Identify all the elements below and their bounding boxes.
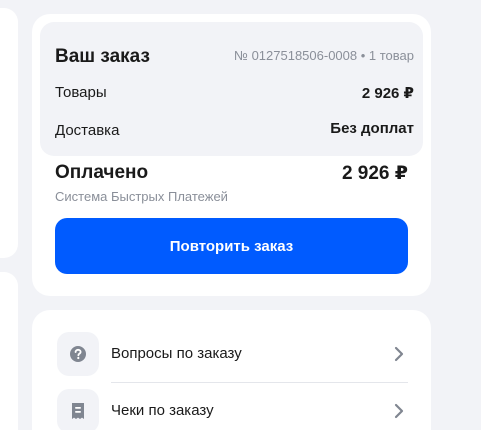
left-panel-edge <box>0 8 18 258</box>
goods-value: 2 926 ₽ <box>361 85 414 102</box>
order-receipts-link[interactable]: Чеки по заказу <box>55 383 408 430</box>
payment-method: Система Быстрых Платежей <box>55 189 228 204</box>
delivery-label: Доставка <box>55 122 120 139</box>
order-card: Ваш заказ № 0127518506-0008 • 1 товар То… <box>32 14 431 296</box>
order-summary: Ваш заказ № 0127518506-0008 • 1 товар То… <box>40 22 423 156</box>
payment-amount: 2 926 ₽ <box>341 163 408 184</box>
order-links-card: Вопросы по заказу Чеки по заказу <box>32 310 431 430</box>
order-questions-link[interactable]: Вопросы по заказу <box>55 326 408 384</box>
question-icon <box>57 332 99 376</box>
left-panel-edge-lower <box>0 272 18 430</box>
chevron-right-icon <box>394 346 404 362</box>
order-title: Ваш заказ <box>55 46 150 67</box>
goods-label: Товары <box>55 84 107 101</box>
payment-status: Оплачено <box>55 162 149 183</box>
chevron-right-icon <box>394 403 404 419</box>
delivery-value: Без доплат <box>330 120 414 137</box>
receipt-icon <box>57 389 99 430</box>
order-meta: № 0127518506-0008 • 1 товар <box>234 48 414 63</box>
order-receipts-label: Чеки по заказу <box>111 402 214 419</box>
order-questions-label: Вопросы по заказу <box>111 345 242 362</box>
repeat-order-button[interactable]: Повторить заказ <box>55 218 408 274</box>
